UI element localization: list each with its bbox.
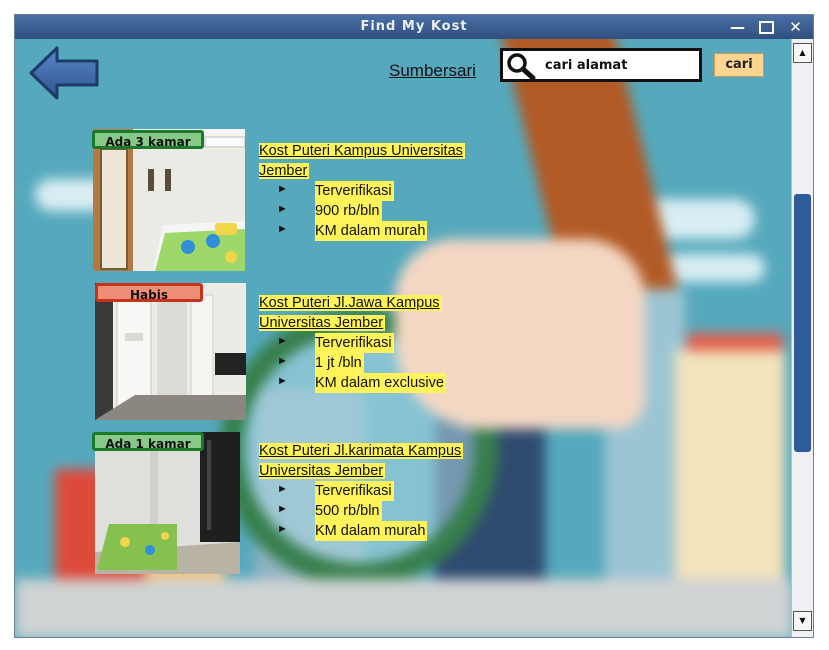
- back-arrow-icon: [29, 46, 99, 100]
- feature-text: Terverifikasi: [315, 181, 394, 201]
- bullet-arrow-icon: ►: [277, 523, 288, 535]
- feature-text: 500 rb/bln: [315, 501, 382, 521]
- app-window: Find My Kost — ✕ Sumbersari cari alamat …: [14, 14, 814, 638]
- feature-text: Terverifikasi: [315, 333, 394, 353]
- availability-badge: Habis: [95, 283, 203, 302]
- feature-text: 1 jt /bln: [315, 353, 364, 373]
- feature-text: Terverifikasi: [315, 481, 394, 501]
- bullet-arrow-icon: ►: [277, 183, 288, 195]
- listing-title-line1[interactable]: Kost Puteri Jl.karimata Kampus: [259, 443, 464, 459]
- room-photo[interactable]: [95, 432, 240, 574]
- bullet-arrow-icon: ►: [277, 375, 288, 387]
- window-title: Find My Kost: [360, 19, 468, 34]
- location-label[interactable]: Sumbersari: [389, 61, 476, 81]
- scroll-thumb[interactable]: [794, 194, 811, 452]
- minimize-button[interactable]: —: [729, 18, 747, 36]
- close-button[interactable]: ✕: [787, 18, 805, 36]
- scroll-down-button[interactable]: ▼: [793, 611, 812, 631]
- listing-title-line1[interactable]: Kost Puteri Jl.Jawa Kampus: [259, 295, 442, 311]
- bullet-arrow-icon: ►: [277, 335, 288, 347]
- bullet-arrow-icon: ►: [277, 483, 288, 495]
- bullet-arrow-icon: ►: [277, 223, 288, 235]
- listing-title-line2[interactable]: Universitas Jember: [259, 463, 386, 479]
- listing-title-line2[interactable]: Jember: [259, 163, 310, 179]
- bullet-arrow-icon: ►: [277, 503, 288, 515]
- bullet-arrow-icon: ►: [277, 355, 288, 367]
- listing-title-line2[interactable]: Universitas Jember: [259, 315, 386, 331]
- back-arrow-button[interactable]: [29, 45, 99, 101]
- search-icon: [507, 53, 536, 80]
- title-bar: Find My Kost — ✕: [15, 15, 813, 39]
- listing-title-line1[interactable]: Kost Puteri Kampus Universitas: [259, 143, 465, 159]
- room-photo[interactable]: [95, 283, 246, 420]
- listing-title[interactable]: Kost Puteri Jl.Jawa Kampus Universitas J…: [259, 293, 491, 333]
- search-button[interactable]: cari: [714, 53, 764, 77]
- search-placeholder: cari alamat: [545, 58, 628, 73]
- search-input[interactable]: cari alamat: [500, 48, 702, 82]
- feature-text: 900 rb/bln: [315, 201, 382, 221]
- feature-text: KM dalam exclusive: [315, 373, 446, 393]
- vertical-scrollbar[interactable]: ▲ ▼: [791, 39, 813, 637]
- maximize-button[interactable]: [757, 18, 775, 36]
- main-content: Sumbersari cari alamat cari Ada 3 kamar …: [15, 39, 793, 637]
- scroll-up-button[interactable]: ▲: [793, 43, 812, 63]
- feature-text: KM dalam murah: [315, 221, 428, 241]
- bullet-arrow-icon: ►: [277, 203, 288, 215]
- listing-title[interactable]: Kost Puteri Kampus Universitas Jember: [259, 141, 491, 181]
- availability-badge: Ada 1 kamar: [92, 432, 204, 451]
- listing-title[interactable]: Kost Puteri Jl.karimata Kampus Universit…: [259, 441, 491, 481]
- availability-badge: Ada 3 kamar: [92, 130, 204, 149]
- feature-text: KM dalam murah: [315, 521, 428, 541]
